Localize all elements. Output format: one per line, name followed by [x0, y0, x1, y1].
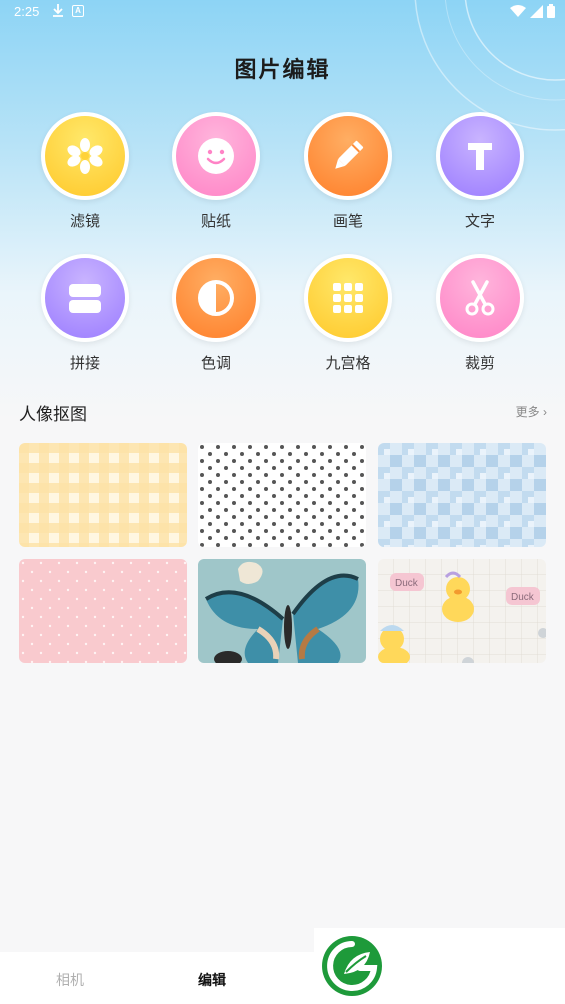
tab-camera[interactable]: 相机	[56, 970, 84, 990]
more-link[interactable]: 更多 ›	[516, 403, 547, 420]
tool-label: 裁剪	[464, 355, 495, 372]
status-bar: 2:25 A	[0, 0, 565, 24]
more-label: 更多	[515, 405, 540, 419]
blue-mosaic-thumb[interactable]	[378, 443, 546, 547]
butterfly-thumb[interactable]	[198, 559, 366, 663]
duck-word: Duck	[395, 578, 419, 589]
smiley-icon	[198, 138, 234, 174]
watermark-box	[314, 928, 565, 1004]
contrast-icon	[198, 280, 234, 316]
tool-crop[interactable]: 裁剪	[420, 254, 540, 373]
tool-collage[interactable]: 拼接	[25, 254, 145, 373]
tool-filter[interactable]: 滤镜	[25, 112, 145, 231]
yellow-plaid-thumb[interactable]	[19, 443, 187, 547]
dot-pattern-thumb[interactable]	[198, 443, 366, 547]
grid-icon	[333, 283, 363, 313]
pencil-icon	[335, 140, 364, 169]
scissors-icon	[465, 280, 495, 316]
tool-label: 拼接	[69, 355, 100, 372]
status-time: 2:25	[14, 4, 40, 19]
page-title: 图片编辑	[234, 57, 331, 82]
tool-sticker[interactable]: 贴纸	[156, 112, 276, 231]
app-notification-icon: A	[72, 5, 84, 17]
tool-label: 滤镜	[69, 213, 100, 230]
tool-label: 文字	[464, 213, 495, 230]
flower-icon	[67, 138, 103, 174]
tool-label: 画笔	[332, 213, 363, 230]
section-title: 人像抠图	[19, 405, 87, 424]
tool-label: 九宫格	[325, 355, 371, 372]
text-t-icon	[468, 143, 492, 170]
pink-dot-thumb[interactable]	[19, 559, 187, 663]
tool-text[interactable]: 文字	[420, 112, 540, 231]
section-header: 人像抠图 更多 ›	[19, 400, 547, 425]
tool-tone[interactable]: 色调	[156, 254, 276, 373]
wifi-icon	[510, 4, 526, 17]
tool-label: 贴纸	[200, 213, 231, 230]
leaf-logo-icon	[322, 936, 382, 996]
duck-word: Duck	[511, 592, 535, 603]
tool-label: 色调	[200, 355, 231, 372]
duck-pattern-thumb[interactable]: Duck Duck	[378, 559, 546, 663]
tool-brush[interactable]: 画笔	[288, 112, 408, 231]
battery-icon	[547, 4, 555, 18]
collage-icon	[69, 284, 101, 313]
signal-icon	[530, 4, 543, 18]
tool-nine-grid[interactable]: 九宫格	[288, 254, 408, 373]
download-icon	[53, 4, 63, 17]
tab-edit[interactable]: 编辑	[198, 970, 226, 990]
chevron-right-icon: ›	[539, 405, 547, 419]
